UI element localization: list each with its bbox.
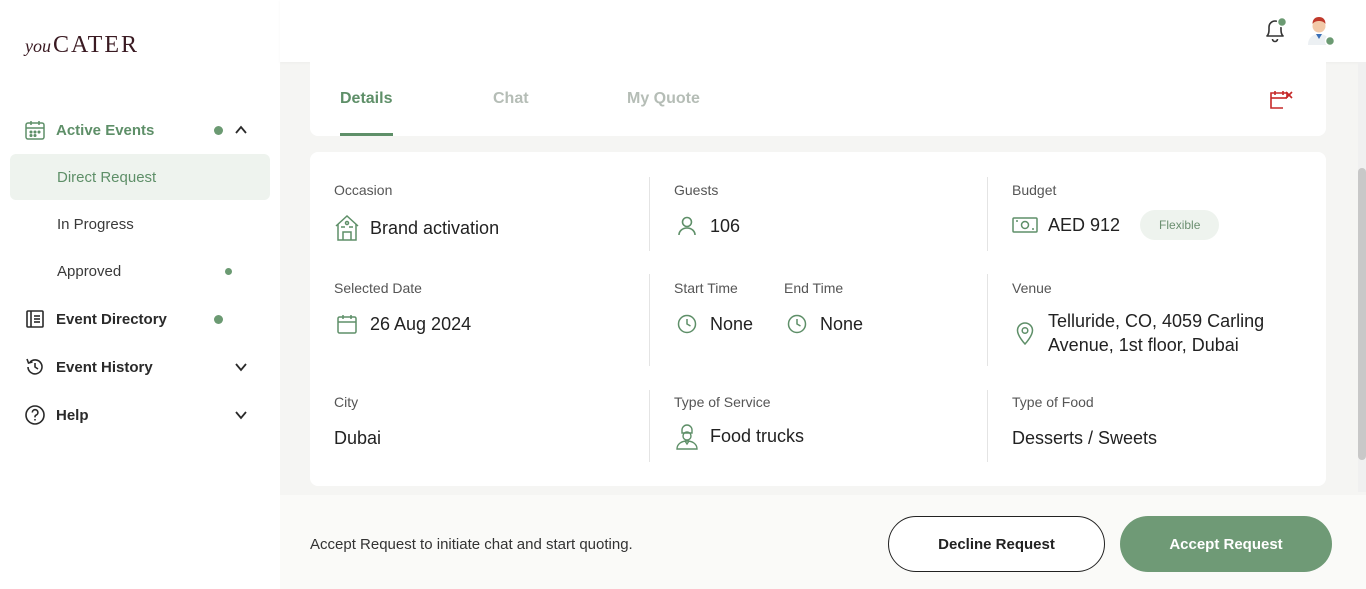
top-bar <box>280 0 1366 62</box>
start-time-label: Start Time <box>674 280 738 296</box>
logo[interactable]: youCATER <box>25 32 139 59</box>
directory-icon <box>24 308 46 330</box>
service-label: Type of Service <box>674 394 771 410</box>
nav-event-directory[interactable]: Event Directory <box>24 305 262 333</box>
accept-request-button[interactable]: Accept Request <box>1120 516 1332 572</box>
event-details-card: Occasion Brand activation Guests 106 Bud… <box>310 152 1326 486</box>
sidebar-item-in-progress[interactable]: In Progress <box>10 201 270 247</box>
divider <box>987 177 988 251</box>
divider <box>987 390 988 462</box>
status-dot <box>214 314 223 324</box>
budget-label: Budget <box>1012 182 1057 198</box>
venue-line-1: Telluride, CO, 4059 Carling <box>1048 311 1265 331</box>
status-dot <box>225 267 232 275</box>
selected-date-label: Selected Date <box>334 280 422 296</box>
guests-label: Guests <box>674 182 719 198</box>
logo-cater: CATER <box>53 32 140 58</box>
end-time-field: End Time None <box>784 280 863 337</box>
sidebar-item-label: In Progress <box>57 215 134 233</box>
chevron-down-icon[interactable] <box>234 408 248 422</box>
end-time-value: None <box>820 313 864 334</box>
help-icon <box>24 404 46 426</box>
occasion-value: Brand activation <box>370 217 500 238</box>
money-icon <box>1012 212 1038 238</box>
decline-request-button[interactable]: Decline Request <box>888 516 1105 572</box>
tab-my-quote[interactable]: My Quote <box>627 90 700 108</box>
sidebar-item-direct-request[interactable]: Direct Request <box>10 154 270 200</box>
service-field: Type of Service Food trucks <box>674 394 805 450</box>
clock-icon <box>784 311 810 337</box>
sidebar-item-label: Approved <box>57 262 122 280</box>
nav-active-events[interactable]: Active Events <box>24 116 262 144</box>
nav-help[interactable]: Help <box>24 401 262 429</box>
building-icon <box>334 214 360 241</box>
venue-label: Venue <box>1012 280 1052 296</box>
venue-field: Venue Telluride, CO, 4059 Carling Avenue… <box>1012 280 1264 357</box>
sidebar: youCATER Active Events Direct Request In… <box>0 0 280 589</box>
chef-icon <box>674 423 700 450</box>
chevron-down-icon[interactable] <box>234 360 248 374</box>
sidebar-item-approved[interactable]: Approved <box>10 248 270 294</box>
tab-chat[interactable]: Chat <box>493 90 529 108</box>
selected-date-value: 26 Aug 2024 <box>370 313 472 334</box>
clock-icon <box>674 311 700 337</box>
divider <box>649 177 650 251</box>
guests-value: 106 <box>710 215 741 236</box>
city-field: City Dubai <box>334 394 381 449</box>
tab-details[interactable]: Details <box>340 90 392 108</box>
avatar[interactable] <box>1304 15 1336 47</box>
divider <box>987 274 988 366</box>
location-pin-icon <box>1012 320 1038 346</box>
status-dot <box>214 125 223 135</box>
occasion-label: Occasion <box>334 182 393 198</box>
history-icon <box>24 356 46 378</box>
start-time-value: None <box>710 313 754 334</box>
tab-active-underline <box>340 133 393 136</box>
calendar-icon <box>334 311 360 337</box>
city-label: City <box>334 394 359 410</box>
guests-field: Guests 106 <box>674 182 740 239</box>
calendar-close-icon[interactable] <box>1268 88 1294 112</box>
service-value: Food trucks <box>710 425 805 446</box>
budget-field: Budget AED 912 Flexible <box>1012 182 1220 240</box>
sidebar-item-label: Direct Request <box>57 168 157 186</box>
end-time-label: End Time <box>784 280 844 296</box>
chevron-up-icon[interactable] <box>234 123 248 137</box>
nav-event-history[interactable]: Event History <box>24 353 262 381</box>
food-field: Type of Food Desserts / Sweets <box>1012 394 1157 449</box>
flexible-badge: Flexible <box>1140 210 1220 240</box>
action-footer: Accept Request to initiate chat and star… <box>280 495 1366 589</box>
food-label: Type of Food <box>1012 394 1094 410</box>
tabs-card: Details Chat My Quote <box>310 62 1326 136</box>
divider <box>649 390 650 462</box>
selected-date-field: Selected Date 26 Aug 2024 <box>334 280 471 337</box>
budget-value: AED 912 <box>1048 214 1121 235</box>
calendar-icon <box>24 119 46 141</box>
venue-line-2: Avenue, 1st floor, Dubai <box>1048 335 1239 355</box>
nav-event-history-label: Event History <box>56 358 153 376</box>
bell-icon[interactable] <box>1262 16 1288 44</box>
food-value: Desserts / Sweets <box>1012 428 1158 448</box>
nav-event-directory-label: Event Directory <box>56 310 167 328</box>
nav-help-label: Help <box>56 406 89 424</box>
logo-you: you <box>25 36 51 56</box>
scrollbar-thumb[interactable] <box>1358 168 1366 460</box>
divider <box>649 274 650 366</box>
nav-active-events-label: Active Events <box>56 121 155 139</box>
person-icon <box>674 213 700 239</box>
footer-message: Accept Request to initiate chat and star… <box>310 536 633 553</box>
start-time-field: Start Time None <box>674 280 753 337</box>
city-value: Dubai <box>334 428 382 448</box>
occasion-field: Occasion Brand activation <box>334 182 499 241</box>
